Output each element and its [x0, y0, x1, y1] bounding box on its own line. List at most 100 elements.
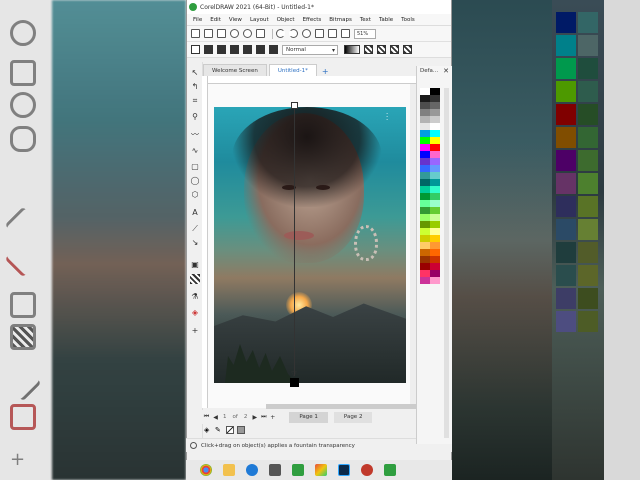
palette-color-swatch[interactable] — [420, 256, 430, 263]
palette-color-swatch[interactable] — [430, 116, 440, 123]
file-explorer-icon[interactable] — [223, 464, 235, 476]
zoom-tool-icon[interactable]: ⚲ — [190, 112, 200, 122]
palette-color-swatch[interactable] — [430, 137, 440, 144]
palette-color-swatch[interactable] — [430, 277, 440, 284]
palette-color-swatch[interactable] — [430, 256, 440, 263]
ellipse-tool-icon[interactable]: ◯ — [190, 176, 200, 186]
palette-color-swatch[interactable] — [420, 200, 430, 207]
menu-tools[interactable]: Tools — [401, 17, 415, 23]
drop-shadow-icon[interactable]: ▣ — [190, 260, 200, 270]
palette-color-swatch[interactable] — [420, 242, 430, 249]
export-icon[interactable] — [328, 29, 337, 38]
palette-color-swatch[interactable] — [420, 193, 430, 200]
palette-color-swatch[interactable] — [420, 116, 430, 123]
parallel-dimension-icon[interactable]: ⟋ — [190, 224, 200, 234]
palette-color-swatch[interactable] — [420, 249, 430, 256]
palette-color-swatch[interactable] — [430, 214, 440, 221]
palette-color-swatch[interactable] — [430, 242, 440, 249]
fountain-transparency-icon[interactable] — [217, 45, 226, 54]
palette-color-swatch[interactable] — [420, 137, 430, 144]
palette-color-swatch[interactable] — [430, 235, 440, 242]
palette-color-swatch[interactable] — [430, 123, 440, 130]
palette-color-swatch[interactable] — [420, 88, 430, 95]
palette-color-swatch[interactable] — [430, 165, 440, 172]
palette-color-swatch[interactable] — [420, 179, 430, 186]
menu-file[interactable]: File — [193, 17, 202, 23]
cloud-save-icon[interactable] — [243, 29, 252, 38]
palette-color-swatch[interactable] — [430, 151, 440, 158]
palette-color-swatch[interactable] — [420, 123, 430, 130]
palette-color-swatch[interactable] — [430, 158, 440, 165]
palette-color-swatch[interactable] — [420, 158, 430, 165]
menu-view[interactable]: View — [229, 17, 242, 23]
coreldraw-taskbar-icon[interactable] — [292, 464, 304, 476]
palette-color-swatch[interactable] — [420, 207, 430, 214]
palette-color-swatch[interactable] — [420, 172, 430, 179]
palette-color-swatch[interactable] — [430, 207, 440, 214]
new-document-icon[interactable] — [191, 29, 200, 38]
transparency-tool-icon[interactable] — [190, 274, 200, 284]
menu-table[interactable]: Table — [379, 17, 393, 23]
undo-icon[interactable] — [276, 29, 285, 38]
palette-color-swatch[interactable] — [430, 263, 440, 270]
search-icon[interactable] — [302, 29, 311, 38]
import-icon[interactable] — [315, 29, 324, 38]
no-transparency-icon[interactable] — [191, 45, 200, 54]
paint-app-icon[interactable] — [315, 464, 327, 476]
elliptical-fountain-icon[interactable] — [377, 45, 386, 54]
palette-color-swatch[interactable] — [420, 186, 430, 193]
record-app-icon[interactable] — [361, 464, 373, 476]
palette-color-swatch[interactable] — [430, 179, 440, 186]
palette-color-swatch[interactable] — [420, 151, 430, 158]
palette-color-swatch[interactable] — [420, 263, 430, 270]
add-tool-icon[interactable]: + — [190, 326, 200, 336]
gradient-icon[interactable] — [344, 45, 360, 54]
store-icon[interactable] — [269, 464, 281, 476]
uniform-transparency-icon[interactable] — [204, 45, 213, 54]
zoom-level-input[interactable]: 51% — [354, 28, 376, 39]
conical-fountain-icon[interactable] — [390, 45, 399, 54]
photoshop-icon[interactable] — [338, 464, 350, 476]
merge-mode-select[interactable]: Normal — [282, 44, 338, 55]
text-tool-icon[interactable]: A — [190, 208, 200, 218]
crop-tool-icon[interactable]: ⌗ — [190, 96, 200, 106]
palette-color-swatch[interactable] — [430, 200, 440, 207]
add-tab-button[interactable]: + — [319, 67, 332, 76]
palette-color-swatch[interactable] — [430, 102, 440, 109]
tab-untitled-1[interactable]: Untitled-1* — [268, 64, 317, 76]
menu-effects[interactable]: Effects — [303, 17, 322, 23]
cloud-open-icon[interactable] — [230, 29, 239, 38]
palette-color-swatch[interactable] — [430, 88, 440, 95]
palette-color-swatch[interactable] — [420, 165, 430, 172]
menu-object[interactable]: Object — [277, 17, 295, 23]
palette-color-swatch[interactable] — [430, 144, 440, 151]
palette-color-swatch[interactable] — [420, 109, 430, 116]
shape-tool-icon[interactable]: ↰ — [190, 82, 200, 92]
rectangular-fountain-icon[interactable] — [403, 45, 412, 54]
palette-color-swatch[interactable] — [420, 144, 430, 151]
palette-color-swatch[interactable] — [420, 95, 430, 102]
palette-color-swatch[interactable] — [420, 221, 430, 228]
interactive-fill-icon[interactable]: ◈ — [190, 308, 200, 318]
close-icon[interactable]: ✕ — [443, 67, 449, 75]
linear-fountain-icon[interactable] — [364, 45, 373, 54]
coreldraw-alt-icon[interactable] — [384, 464, 396, 476]
palette-color-swatch[interactable] — [420, 270, 430, 277]
pdf-icon[interactable] — [341, 29, 350, 38]
open-icon[interactable] — [204, 29, 213, 38]
save-icon[interactable] — [217, 29, 226, 38]
palette-color-swatch[interactable] — [430, 193, 440, 200]
palette-color-swatch[interactable] — [430, 95, 440, 102]
palette-color-swatch[interactable] — [430, 172, 440, 179]
rectangle-tool-icon[interactable]: ▢ — [190, 162, 200, 172]
eyedropper-tool-icon[interactable]: ⚗ — [190, 292, 200, 302]
menu-edit[interactable]: Edit — [210, 17, 221, 23]
palette-color-swatch[interactable] — [430, 249, 440, 256]
menu-bitmaps[interactable]: Bitmaps — [329, 17, 352, 23]
edge-icon[interactable] — [246, 464, 258, 476]
palette-color-swatch[interactable] — [430, 221, 440, 228]
palette-color-swatch[interactable] — [420, 277, 430, 284]
connector-tool-icon[interactable]: ↘ — [190, 238, 200, 248]
palette-color-swatch[interactable] — [430, 270, 440, 277]
palette-color-swatch[interactable] — [420, 214, 430, 221]
